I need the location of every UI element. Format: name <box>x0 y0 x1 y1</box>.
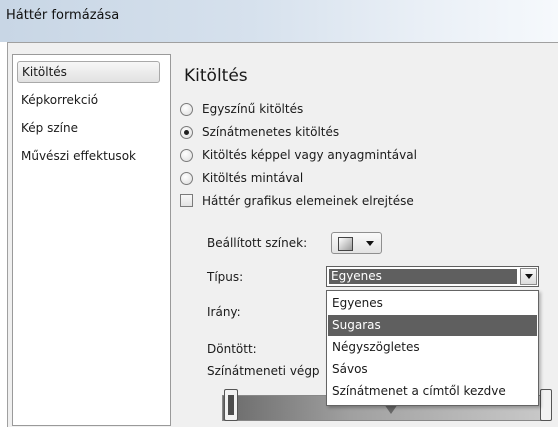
preset-colors-button[interactable] <box>331 232 382 254</box>
type-option-rectangular[interactable]: Négyszögletes <box>328 337 537 358</box>
title-bar[interactable]: Háttér formázása <box>0 0 558 42</box>
solid-fill-label: Egyszínű kitöltés <box>202 102 304 116</box>
type-option-path[interactable]: Sávos <box>328 359 537 380</box>
sidebar-item-picture-color[interactable]: Kép színe <box>17 117 160 139</box>
type-option-linear[interactable]: Egyenes <box>328 293 537 314</box>
gradient-stops-label: Színátmeneti végp <box>207 364 320 378</box>
section-title: Kitöltés <box>184 66 248 86</box>
type-select-value: Egyenes <box>329 269 517 284</box>
chevron-down-icon <box>366 241 374 246</box>
format-background-dialog: Háttér formázása Kitöltés Képkorrekció K… <box>0 0 558 427</box>
hide-background-graphics-checkbox[interactable] <box>180 194 193 207</box>
category-sidebar: Kitöltés Képkorrekció Kép színe Művészi … <box>12 54 171 426</box>
picture-fill-radio[interactable] <box>180 149 193 162</box>
angle-label: Döntött: <box>207 342 257 356</box>
type-select-button[interactable] <box>520 268 537 285</box>
type-dropdown-list: Egyenes Sugaras Négyszögletes Sávos Szín… <box>326 290 539 406</box>
chevron-down-icon <box>525 274 533 279</box>
type-option-from-title[interactable]: Színátmenet a címtől kezdve <box>328 381 537 402</box>
hide-background-graphics-label: Háttér grafikus elemeinek elrejtése <box>202 194 414 208</box>
pattern-fill-radio[interactable] <box>180 172 193 185</box>
gradient-stop-handle-end[interactable] <box>540 389 552 421</box>
dialog-title: Háttér formázása <box>6 8 120 23</box>
picture-fill-label: Kitöltés képpel vagy anyagmintával <box>202 148 417 162</box>
pattern-fill-label: Kitöltés mintával <box>202 171 304 185</box>
gradient-swatch-icon <box>338 237 353 251</box>
direction-label: Irány: <box>207 305 241 319</box>
type-label: Típus: <box>207 270 244 284</box>
gradient-fill-label: Színátmenetes kitöltés <box>202 125 340 139</box>
sidebar-item-picture-corrections[interactable]: Képkorrekció <box>17 89 160 111</box>
sidebar-item-label: Képkorrekció <box>21 93 99 107</box>
type-select[interactable]: Egyenes <box>326 266 539 287</box>
solid-fill-radio[interactable] <box>180 103 193 116</box>
sidebar-item-label: Művészi effektusok <box>21 149 136 163</box>
gradient-stop-handle[interactable] <box>224 389 238 421</box>
preset-colors-label: Beállított színek: <box>207 236 308 250</box>
gradient-stop-fill <box>228 395 234 415</box>
gradient-fill-radio[interactable] <box>180 126 193 139</box>
sidebar-item-label: Kitöltés <box>22 65 67 79</box>
sidebar-item-label: Kép színe <box>21 121 78 135</box>
sidebar-item-artistic-effects[interactable]: Művészi effektusok <box>17 145 160 167</box>
type-option-radial[interactable]: Sugaras <box>328 315 537 336</box>
sidebar-item-fill[interactable]: Kitöltés <box>17 61 160 83</box>
